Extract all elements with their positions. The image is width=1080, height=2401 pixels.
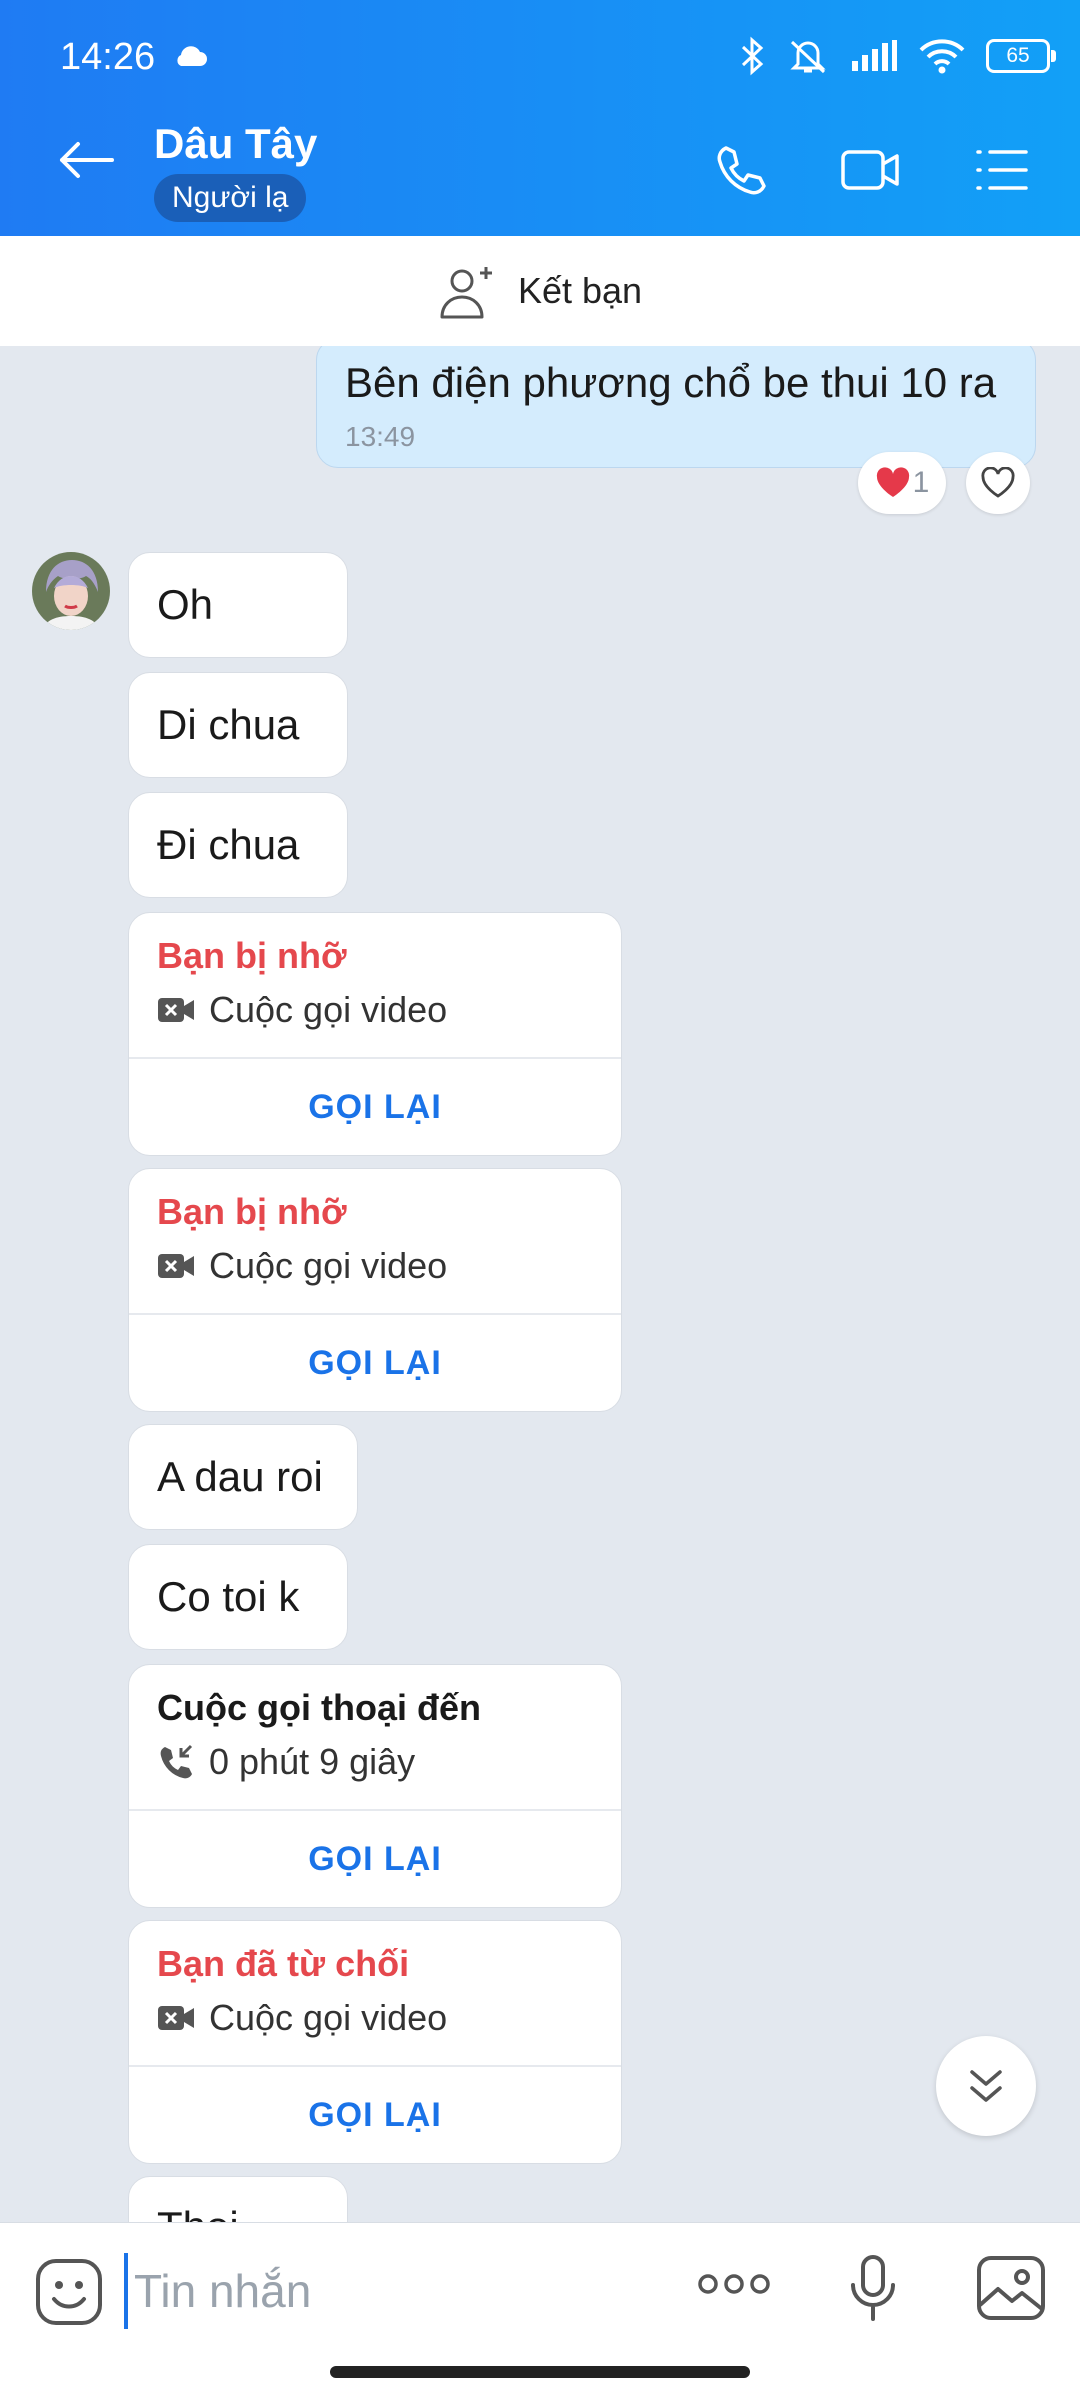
call-title: Bạn bị nhỡ	[157, 1191, 347, 1232]
own-message-bubble[interactable]: Bên điện phương chổ be thui 10 ra 13:49	[316, 346, 1036, 468]
message-text: Di chua	[157, 701, 300, 748]
sticker-emoji-icon[interactable]	[34, 2257, 104, 2327]
declined-video-call-card: Bạn đã từ chối Cuộc gọi video GỌI LẠI	[128, 1920, 622, 2164]
call-type: Cuộc gọi video	[209, 1997, 448, 2038]
stranger-badge: Người lạ	[154, 174, 307, 222]
more-options-icon[interactable]	[696, 2269, 772, 2299]
message-bubble[interactable]: Co toi k	[128, 1544, 348, 1650]
message-bubble[interactable]: Thoi	[128, 2176, 348, 2222]
incoming-voice-call-card: Cuộc gọi thoại đến 0 phút 9 giây GỌI LẠI	[128, 1664, 622, 1908]
call-back-button[interactable]: GỌI LẠI	[129, 2067, 621, 2163]
message-bubble[interactable]: Di chua	[128, 672, 348, 778]
call-back-button[interactable]: GỌI LẠI	[129, 1059, 621, 1155]
call-title: Cuộc gọi thoại đến	[157, 1687, 481, 1728]
menu-icon[interactable]	[974, 142, 1030, 198]
missed-video-call-card: Bạn bị nhỡ Cuộc gọi video GỌI LẠI	[128, 912, 622, 1156]
video-call-missed-icon	[158, 1254, 194, 1278]
back-arrow-icon[interactable]	[56, 140, 116, 180]
contact-name[interactable]: Dâu Tây	[154, 120, 317, 168]
own-message-time: 13:49	[345, 421, 416, 452]
react-button[interactable]	[966, 452, 1030, 514]
video-call-icon[interactable]	[840, 142, 900, 198]
microphone-icon[interactable]	[848, 2253, 898, 2323]
video-call-missed-icon	[158, 998, 194, 1022]
call-title: Bạn bị nhỡ	[157, 935, 347, 976]
call-type: Cuộc gọi video	[209, 989, 448, 1030]
cloud-icon	[177, 46, 207, 66]
status-icons: 65	[738, 36, 1056, 76]
image-picker-icon[interactable]	[976, 2255, 1046, 2321]
bluetooth-icon	[741, 36, 764, 76]
video-call-declined-icon	[158, 2006, 194, 2030]
avatar-image	[32, 552, 110, 630]
scroll-to-bottom-button[interactable]	[936, 2036, 1036, 2136]
message-bubble[interactable]: Đi chua	[128, 792, 348, 898]
reaction-summary[interactable]: 1	[858, 452, 946, 514]
message-input[interactable]	[124, 2253, 656, 2329]
home-indicator[interactable]	[330, 2366, 750, 2378]
missed-video-call-card: Bạn bị nhỡ Cuộc gọi video GỌI LẠI	[128, 1168, 622, 1412]
call-back-button[interactable]: GỌI LẠI	[129, 1811, 621, 1907]
call-type: Cuộc gọi video	[209, 1245, 448, 1286]
message-text: Đi chua	[157, 821, 300, 868]
add-friend-bar[interactable]: Kết bạn	[0, 236, 1080, 346]
reaction-count: 1	[912, 466, 930, 499]
message-text: A dau roi	[157, 1453, 323, 1500]
double-chevron-down-icon	[970, 2070, 1002, 2102]
wifi-icon	[919, 39, 965, 74]
mute-icon	[790, 40, 826, 74]
message-bubble[interactable]: Oh	[128, 552, 348, 658]
app-header: 14:26 65 Dâu Tây Người lạ	[0, 0, 1080, 236]
heart-filled-icon	[876, 467, 909, 497]
message-bubble[interactable]: A dau roi	[128, 1424, 358, 1530]
message-text: Thoi	[157, 2203, 239, 2222]
phone-call-icon[interactable]	[712, 142, 768, 198]
call-title: Bạn đã từ chối	[157, 1943, 410, 1984]
incoming-call-icon	[160, 1744, 193, 1779]
add-friend-label: Kết bạn	[517, 270, 643, 311]
status-time: 14:26	[60, 36, 156, 78]
contact-avatar[interactable]	[32, 552, 110, 630]
battery-level: 65	[1006, 44, 1030, 67]
heart-outline-icon	[981, 467, 1015, 498]
add-friend-icon	[440, 267, 492, 319]
own-message-text: Bên điện phương chổ be thui 10 ra	[345, 359, 997, 406]
chat-area[interactable]: Bên điện phương chổ be thui 10 ra 13:49 …	[0, 346, 1080, 2222]
call-duration: 0 phút 9 giây	[209, 1741, 416, 1782]
battery-icon: 65	[986, 39, 1056, 73]
signal-icon	[852, 40, 897, 71]
call-back-button[interactable]: GỌI LẠI	[129, 1315, 621, 1411]
message-text: Oh	[157, 581, 214, 628]
message-text: Co toi k	[157, 1573, 300, 1620]
